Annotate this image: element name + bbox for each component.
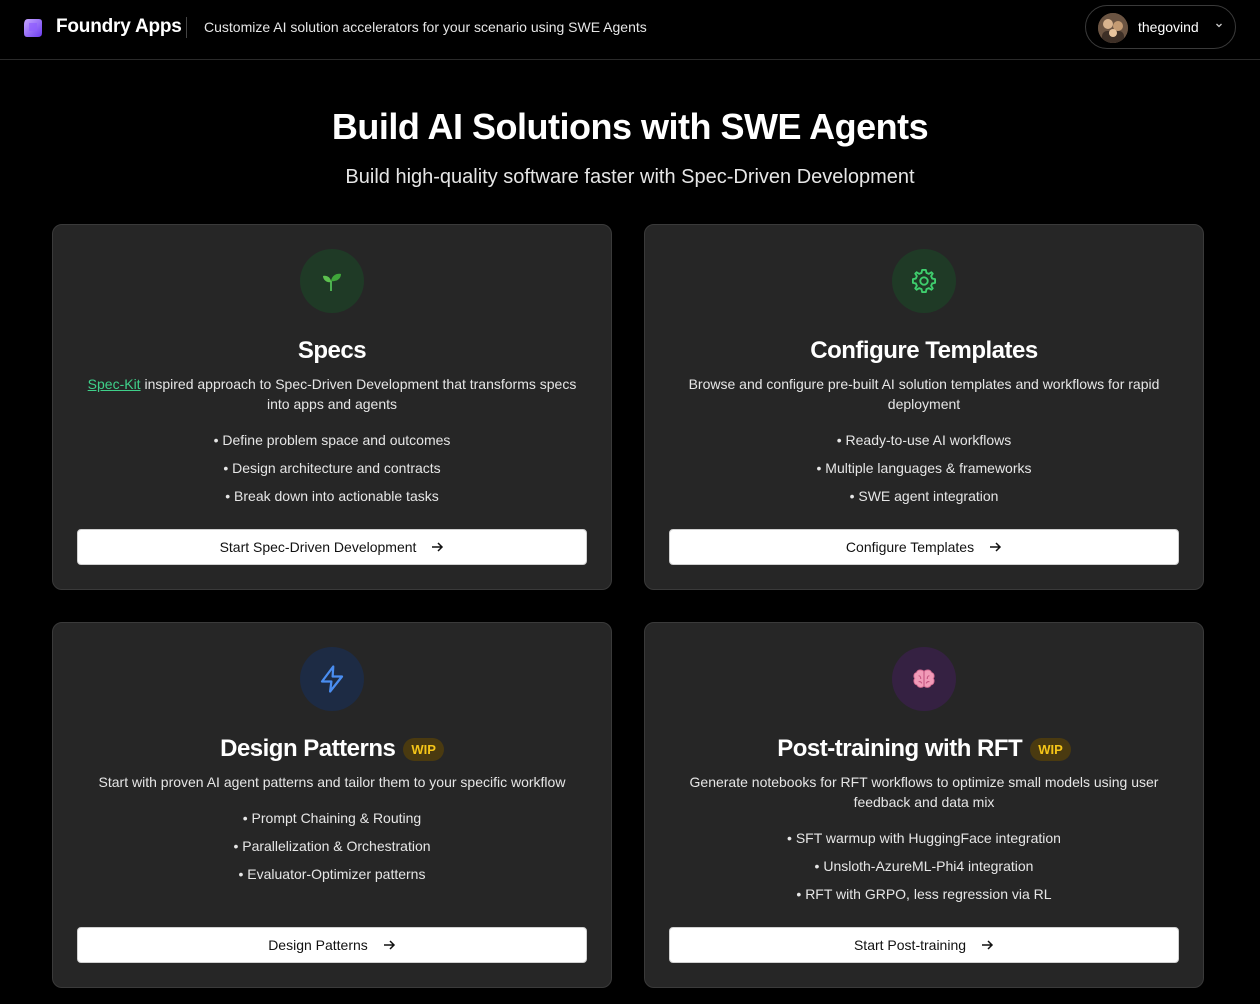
arrow-right-icon [982, 940, 994, 950]
configure-templates-button[interactable]: Configure Templates [669, 529, 1179, 565]
card-post-training-rft: Post-training with RFT WIP Generate noteb… [644, 622, 1204, 988]
app-title[interactable]: Foundry Apps [56, 16, 182, 38]
card-title-row: Specs [53, 337, 611, 365]
button-label: Start Post-training [853, 937, 967, 953]
card-title: Specs [297, 337, 367, 364]
list-item: • RFT with GRPO, less regression via RL [796, 886, 1052, 902]
list-item: • SWE agent integration [849, 488, 999, 504]
chevron-down-icon [1216, 23, 1222, 28]
card-title: Post-training with RFT [777, 735, 1023, 762]
arrow-right-icon [990, 542, 1002, 552]
header-tagline: Customize AI solution accelerators for y… [204, 19, 647, 35]
list-item: • Break down into actionable tasks [225, 488, 439, 504]
wip-badge: WIP [403, 737, 444, 761]
feature-list: • SFT warmup with HuggingFace integratio… [645, 824, 1203, 908]
spec-kit-link[interactable]: Spec-Kit [88, 376, 141, 392]
page-subtitle: Build high-quality software faster with … [345, 166, 915, 188]
button-label: Configure Templates [845, 539, 975, 555]
card-description: Generate notebooks for RFT workflows to … [689, 774, 1159, 810]
card-title: Configure Templates [810, 337, 1038, 364]
list-item: • Multiple languages & frameworks [816, 460, 1032, 476]
card-description-text: inspired approach to Spec-Driven Develop… [140, 376, 577, 412]
brain-icon [892, 647, 956, 711]
list-item: • Unsloth-AzureML-Phi4 integration [814, 858, 1034, 874]
card-configure-templates: Configure Templates Browse and configure… [644, 224, 1204, 590]
arrow-right-icon [432, 542, 444, 552]
list-item: • Define problem space and outcomes [213, 432, 451, 448]
arrow-right-icon [383, 940, 395, 950]
button-label: Design Patterns [268, 937, 368, 953]
list-item: • Ready-to-use AI workflows [836, 432, 1012, 448]
start-post-training-button[interactable]: Start Post-training [669, 927, 1179, 963]
avatar [1098, 13, 1128, 43]
card-description: Start with proven AI agent patterns and … [98, 774, 566, 790]
feature-list: • Ready-to-use AI workflows • Multiple l… [645, 426, 1203, 510]
feature-list: • Prompt Chaining & Routing • Paralleliz… [53, 804, 611, 888]
gear-icon [892, 249, 956, 313]
card-description: Browse and configure pre-built AI soluti… [688, 376, 1160, 412]
lightning-icon [300, 647, 364, 711]
page-title: Build AI Solutions with SWE Agents [331, 106, 929, 147]
list-item: • Parallelization & Orchestration [233, 838, 431, 854]
start-spec-driven-development-button[interactable]: Start Spec-Driven Development [77, 529, 587, 565]
design-patterns-button[interactable]: Design Patterns [77, 927, 587, 963]
list-item: • SFT warmup with HuggingFace integratio… [787, 830, 1061, 846]
wip-badge: WIP [1030, 737, 1071, 761]
user-menu-button[interactable]: thegovind [1085, 5, 1236, 49]
list-item: • Evaluator-Optimizer patterns [238, 866, 426, 882]
list-item: • Design architecture and contracts [223, 460, 441, 476]
card-title: Design Patterns [220, 735, 396, 762]
top-bar: Foundry Apps Customize AI solution accel… [0, 0, 1260, 60]
card-design-patterns: Design Patterns WIP Start with proven AI … [52, 622, 612, 988]
card-title-row: Design Patterns WIP [53, 735, 611, 763]
card-specs: Specs Spec-Kit inspired approach to Spec… [52, 224, 612, 590]
header-divider [186, 17, 187, 38]
card-description: Spec-Kit inspired approach to Spec-Drive… [83, 374, 581, 414]
seedling-icon [300, 249, 364, 313]
button-label: Start Spec-Driven Development [219, 539, 417, 555]
list-item: • Prompt Chaining & Routing [242, 810, 422, 826]
card-title-row: Configure Templates [645, 337, 1203, 365]
feature-list: • Define problem space and outcomes • De… [53, 426, 611, 510]
username: thegovind [1138, 19, 1199, 35]
foundry-logo-icon[interactable] [22, 17, 44, 39]
card-title-row: Post-training with RFT WIP [645, 735, 1203, 763]
